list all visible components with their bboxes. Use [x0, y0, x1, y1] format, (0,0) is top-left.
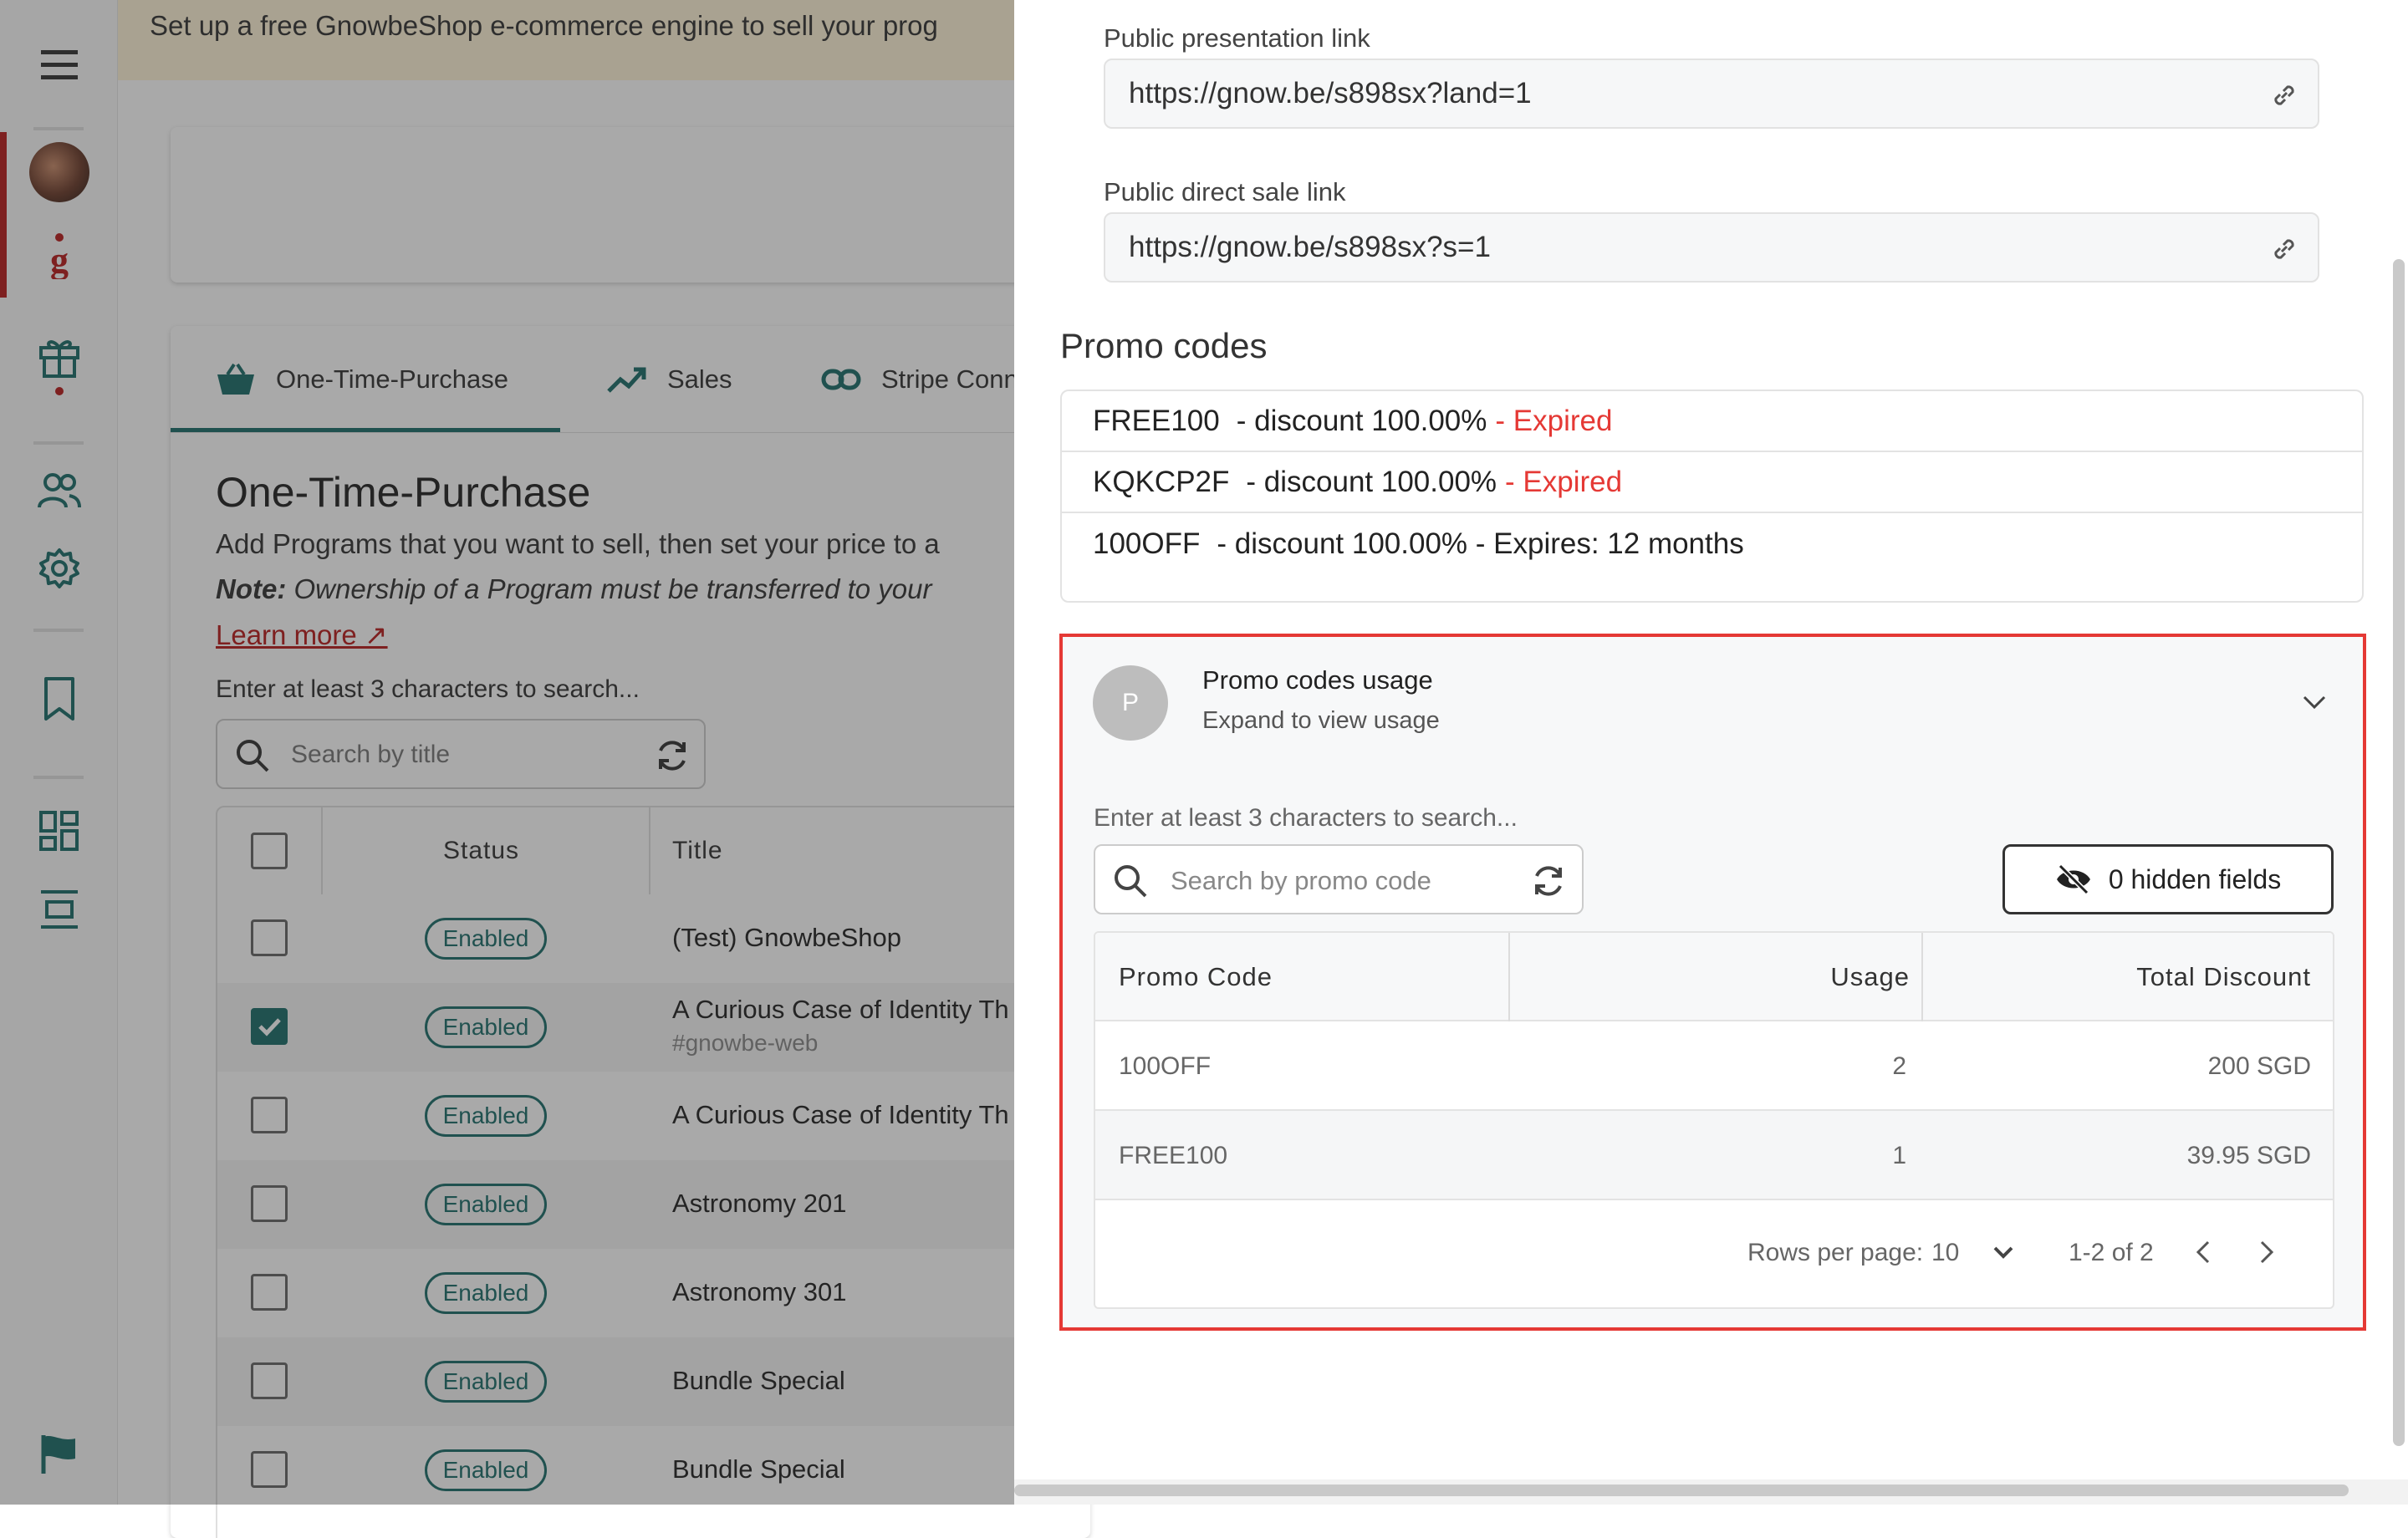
rows-per-page-select[interactable]: 10	[1931, 1239, 1959, 1267]
cell-promo-code: FREE100	[1119, 1141, 1228, 1169]
promo-discount: - discount 100.00%	[1246, 465, 1497, 498]
refresh-icon[interactable]	[1530, 863, 1567, 899]
presentation-link-label: Public presentation link	[1104, 23, 1370, 53]
search-icon	[1115, 865, 1147, 898]
copy-link-icon[interactable]	[2269, 234, 2299, 264]
presentation-link-value: https://gnow.be/s898sx?land=1	[1129, 77, 1532, 109]
promo-code-item[interactable]: 100OFF - discount 100.00% - Expires: 12 …	[1062, 513, 2362, 574]
promo-expired: - Expired	[1495, 404, 1613, 437]
promo-code: KQKCP2F	[1093, 465, 1230, 498]
promo-expired: - Expired	[1505, 465, 1623, 498]
usage-title[interactable]: Promo codes usage	[1202, 665, 1433, 695]
direct-sale-link-label: Public direct sale link	[1104, 177, 1346, 206]
table-pagination: Rows per page: 10 1-2 of 2	[1095, 1200, 2333, 1307]
previous-page-icon[interactable]	[2189, 1237, 2219, 1267]
usage-subtitle: Expand to view usage	[1202, 707, 1440, 734]
column-header-usage[interactable]: Usage	[1830, 933, 1910, 1021]
column-header-total-discount[interactable]: Total Discount	[2136, 933, 2311, 1021]
table-row[interactable]: FREE100 1 39.95 SGD	[1095, 1111, 2333, 1200]
promo-code: FREE100	[1093, 404, 1220, 437]
usage-search-hint: Enter at least 3 characters to search...	[1094, 804, 1518, 832]
cell-promo-code: 100OFF	[1119, 1052, 1212, 1080]
direct-sale-link-value: https://gnow.be/s898sx?s=1	[1129, 231, 1491, 263]
hidden-fields-button[interactable]: 0 hidden fields	[2002, 844, 2334, 914]
copy-link-icon[interactable]	[2269, 80, 2299, 110]
promo-code-item[interactable]: KQKCP2F - discount 100.00% - Expired	[1062, 452, 2362, 513]
usage-avatar: P	[1093, 665, 1168, 741]
rows-per-page-label: Rows per page:	[1747, 1239, 1924, 1266]
cell-usage: 1	[1892, 1141, 1906, 1169]
promo-code: 100OFF	[1093, 527, 1201, 560]
next-page-icon[interactable]	[2251, 1237, 2281, 1267]
cell-total-discount: 39.95 SGD	[2186, 1141, 2311, 1169]
eye-off-icon	[2056, 863, 2090, 895]
promo-usage-table: Promo Code Usage Total Discount 100OFF 2…	[1094, 931, 2334, 1309]
chevron-down-icon[interactable]	[1988, 1237, 2018, 1267]
table-row[interactable]: 100OFF 2 200 SGD	[1095, 1021, 2333, 1111]
table-header: Promo Code Usage Total Discount	[1095, 933, 2333, 1021]
shop-settings-panel: Public presentation link https://gnow.be…	[1014, 0, 2408, 1505]
promo-usage-panel: P Promo codes usage Expand to view usage…	[1059, 634, 2366, 1331]
promo-code-list: FREE100 - discount 100.00% - Expired KQK…	[1060, 390, 2364, 603]
promo-codes-title: Promo codes	[1060, 326, 1268, 365]
modal-backdrop[interactable]	[0, 0, 1014, 1505]
search-placeholder: Search by promo code	[1171, 866, 1431, 895]
promo-search-input[interactable]: Search by promo code	[1094, 844, 1584, 914]
pagination-range: 1-2 of 2	[2069, 1239, 2154, 1266]
promo-code-item[interactable]: FREE100 - discount 100.00% - Expired	[1062, 391, 2362, 452]
direct-sale-link-field[interactable]: https://gnow.be/s898sx?s=1	[1104, 212, 2319, 283]
promo-discount: - discount 100.00% - Expires: 12 months	[1217, 527, 1744, 560]
cell-usage: 2	[1892, 1052, 1906, 1080]
column-header-promo-code[interactable]: Promo Code	[1119, 933, 1273, 1021]
hidden-fields-label: 0 hidden fields	[2108, 863, 2282, 894]
chevron-down-icon[interactable]	[2298, 685, 2331, 719]
horizontal-scrollbar[interactable]	[1014, 1485, 2349, 1496]
vertical-scrollbar[interactable]	[2393, 259, 2405, 1446]
promo-discount: - discount 100.00%	[1236, 404, 1487, 437]
cell-total-discount: 200 SGD	[2207, 1052, 2311, 1080]
presentation-link-field[interactable]: https://gnow.be/s898sx?land=1	[1104, 59, 2319, 129]
